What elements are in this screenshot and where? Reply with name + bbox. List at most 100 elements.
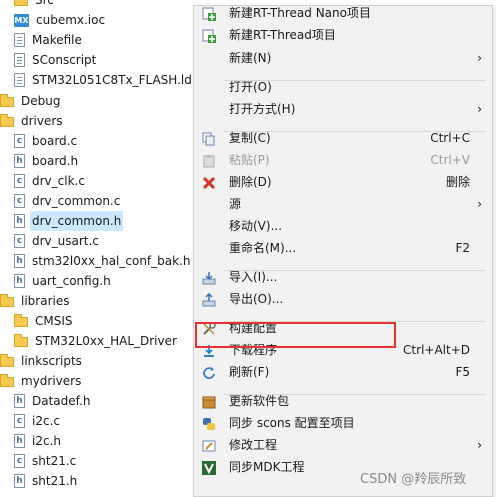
tree-item-label: sht21.h <box>32 474 78 488</box>
tree-item[interactable]: linkscripts <box>0 351 84 371</box>
menu-item[interactable]: 粘贴(P) Ctrl+V <box>194 149 492 171</box>
tree-item-label: Debug <box>21 94 61 108</box>
c-file-icon <box>14 454 25 468</box>
tree-item[interactable]: sht21.c <box>14 451 78 471</box>
tree-item[interactable]: drv_usart.c <box>14 231 101 251</box>
tree-item[interactable]: i2c.h <box>14 431 63 451</box>
file-icon <box>14 53 25 67</box>
tree-item-label: board.h <box>32 154 79 168</box>
tree-item-label: sht21.c <box>32 454 77 468</box>
menu-item-label: 移动(V)... <box>229 219 283 233</box>
tree-item-label: SConscript <box>32 53 97 67</box>
submenu-arrow-icon: › <box>477 197 482 211</box>
tree-item-label: drv_clk.c <box>32 174 85 188</box>
tree-item-label: board.c <box>32 134 78 148</box>
tree-item[interactable]: SConscript <box>14 50 98 70</box>
tree-item-label: STM32L0xx_HAL_Driver <box>35 334 177 348</box>
h-file-icon <box>14 474 25 488</box>
menu-item-label: 新建RT-Thread项目 <box>229 28 336 42</box>
submenu-arrow-icon: › <box>477 51 482 65</box>
folder-icon <box>0 374 14 387</box>
tree-item[interactable]: drv_common.h <box>14 211 124 231</box>
edit-project-icon <box>202 438 216 452</box>
menu-item[interactable]: 打开方式(H) › <box>194 98 492 120</box>
menu-item-label: 同步MDK工程 <box>229 460 305 474</box>
c-file-icon <box>14 134 25 148</box>
menu-item[interactable]: 导出(O)... <box>194 288 492 310</box>
h-file-icon <box>14 394 25 408</box>
menu-item[interactable]: 修改工程 › <box>194 434 492 456</box>
tree-item-label: drv_common.c <box>32 194 121 208</box>
c-file-icon <box>14 234 25 248</box>
tree-item[interactable]: STM32L051C8Tx_FLASH.ld <box>14 70 194 90</box>
menu-separator <box>224 131 486 132</box>
menu-item[interactable]: 新建(N) › <box>194 47 492 69</box>
h-file-icon <box>14 214 25 228</box>
tree-item[interactable]: Makefile <box>14 30 84 50</box>
menu-item-label: 删除(D) <box>229 175 272 189</box>
copy-icon <box>202 131 216 146</box>
menu-item[interactable]: 重命名(M)... F2 <box>194 237 492 259</box>
tree-item-label: Datadef.h <box>32 394 91 408</box>
mx-file-icon <box>14 13 29 27</box>
menu-item[interactable]: 新建RT-Thread项目 <box>194 24 492 46</box>
mdk-icon <box>202 460 216 475</box>
menu-item-label: 源 <box>229 197 242 211</box>
tree-item-label: i2c.h <box>32 434 61 448</box>
menu-separator <box>224 80 486 81</box>
menu-item[interactable]: 删除(D) 删除 <box>194 171 492 193</box>
tree-item-label: stm32l0xx_hal_conf_bak.h <box>32 254 191 268</box>
tree-item[interactable]: mydrivers <box>0 371 83 391</box>
tree-item-label: drivers <box>21 114 63 128</box>
menu-item[interactable]: 移动(V)... <box>194 215 492 237</box>
tree-item[interactable]: drivers <box>0 111 65 131</box>
tree-item[interactable]: drv_common.c <box>14 191 122 211</box>
menu-item[interactable]: 刷新(F) F5 <box>194 361 492 383</box>
menu-item-label: 粘贴(P) <box>229 153 270 167</box>
menu-separator <box>224 270 486 271</box>
tree-item-label: i2c.c <box>32 414 60 428</box>
tree-item[interactable]: Debug <box>0 91 62 111</box>
tree-item-label: uart_config.h <box>32 274 111 288</box>
tree-item[interactable]: board.h <box>14 151 80 171</box>
tree-item-label: mydrivers <box>21 374 82 388</box>
folder-icon <box>0 94 14 107</box>
tree-item[interactable]: Datadef.h <box>14 391 92 411</box>
h-file-icon <box>14 154 25 168</box>
menu-item-label: 修改工程 <box>229 438 278 452</box>
tree-item[interactable]: STM32L0xx_HAL_Driver <box>14 331 179 351</box>
menu-item-label: 导出(O)... <box>229 292 284 306</box>
submenu-arrow-icon: › <box>477 438 482 452</box>
menu-item-shortcut: F2 <box>455 241 470 255</box>
submenu-arrow-icon: › <box>477 102 482 116</box>
tree-item[interactable]: Src <box>14 0 56 10</box>
python-icon <box>202 416 216 430</box>
tree-item[interactable]: cubemx.ioc <box>14 10 107 30</box>
h-file-icon <box>14 274 25 288</box>
c-file-icon <box>14 194 25 208</box>
tree-item[interactable]: sht21.h <box>14 471 79 491</box>
refresh-icon <box>202 365 216 379</box>
watermark: CSDN @羚辰所致 <box>360 472 467 487</box>
tree-item-label: STM32L051C8Tx_FLASH.ld <box>32 73 192 87</box>
new-project-icon <box>202 28 216 43</box>
tree-item-label: drv_usart.c <box>32 234 99 248</box>
tree-item[interactable]: libraries <box>0 291 71 311</box>
project-explorer-tree: Src cubemx.ioc Makefile SConscript STM32L051… <box>0 0 200 497</box>
tree-item[interactable]: drv_clk.c <box>14 171 87 191</box>
tree-item[interactable]: stm32l0xx_hal_conf_bak.h <box>14 251 193 271</box>
folder-icon <box>14 334 28 347</box>
menu-item[interactable]: 同步 scons 配置至项目 <box>194 412 492 434</box>
tree-item[interactable]: board.c <box>14 131 79 151</box>
tree-item-label: Makefile <box>32 33 82 47</box>
menu-item[interactable]: 源 › <box>194 193 492 215</box>
menu-item-label: 打开方式(H) <box>229 102 296 116</box>
tree-item[interactable]: uart_config.h <box>14 271 113 291</box>
menu-item-label: 新建RT-Thread Nano项目 <box>229 6 371 20</box>
tree-item[interactable]: CMSIS <box>14 311 75 331</box>
menu-item-shortcut: Ctrl+Alt+D <box>403 343 470 357</box>
c-file-icon <box>14 174 25 188</box>
menu-item[interactable]: 新建RT-Thread Nano项目 <box>194 2 492 24</box>
highlight-box <box>195 322 396 348</box>
tree-item[interactable]: i2c.c <box>14 411 62 431</box>
